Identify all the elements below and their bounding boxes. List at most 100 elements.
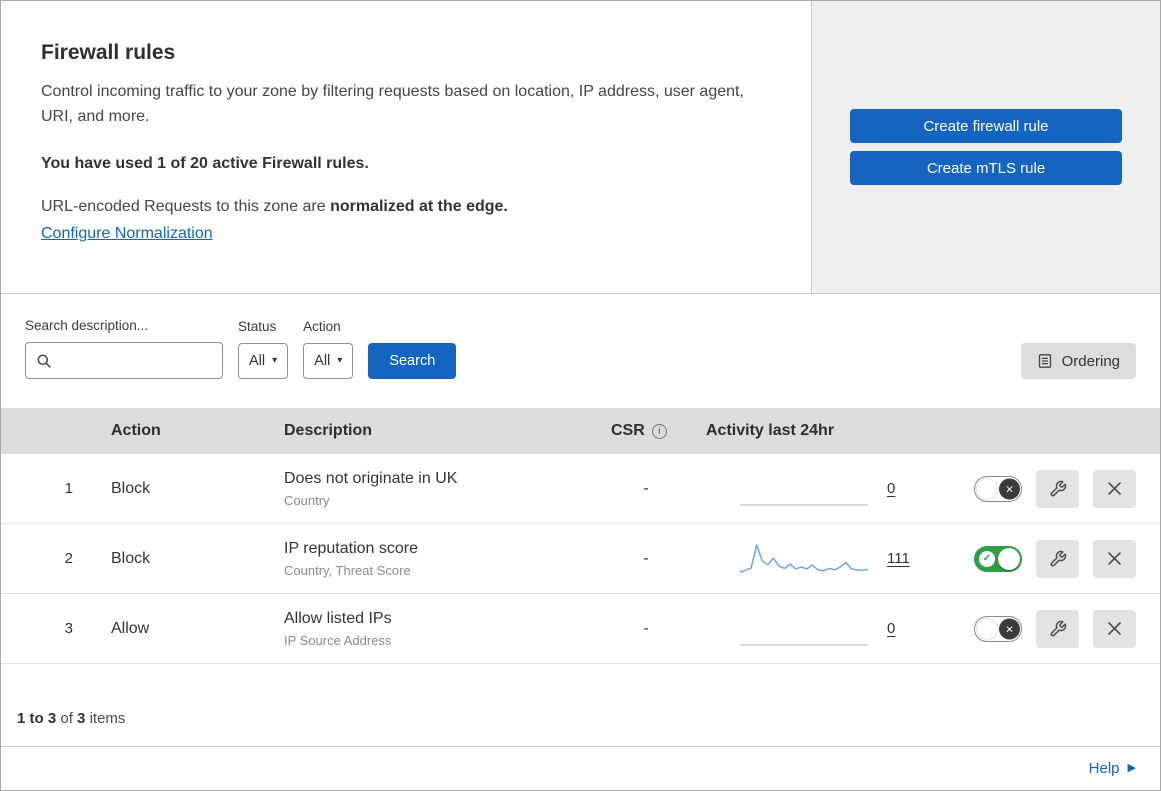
rule-priority: 2 [64,550,73,567]
item-total: 3 [77,710,86,727]
toggle-x-icon: × [999,478,1020,499]
rule-criteria: IP Source Address [284,632,392,648]
rule-enable-toggle[interactable]: × [974,475,1022,502]
items-text: items [89,710,126,727]
rule-action: Allow [111,619,150,637]
pagination-summary: 1 to 3 of 3 items [1,664,1160,727]
chevron-down-icon: ▾ [272,355,278,366]
firewall-rules-page: Firewall rules Control incoming traffic … [0,0,1161,791]
rule-csr: - [643,479,649,497]
toggle-check-icon: ✓ [979,550,995,567]
column-activity: Activity last 24hr [706,422,835,439]
activity-sparkline [740,643,868,646]
ordering-button[interactable]: Ordering [1020,343,1136,379]
close-icon [1108,552,1121,565]
toggle-x-icon: × [999,618,1020,639]
edit-rule-button[interactable] [1036,609,1079,648]
table-row: 1 Block Does not originate in UK Country… [1,454,1160,524]
create-mtls-rule-button[interactable]: Create mTLS rule [850,151,1122,185]
page-description: Control incoming traffic to your zone by… [41,83,744,125]
column-csr: CSR i [601,422,691,440]
rule-priority: 1 [64,480,73,497]
activity-count-link[interactable]: 0 [887,620,895,637]
action-filter-group: Action All ▾ [303,319,354,379]
wrench-icon [1050,550,1066,566]
rule-description: IP reputation score [284,539,419,557]
activity-sparkline [739,543,869,573]
item-range: 1 to 3 [17,710,57,727]
search-input[interactable] [60,352,212,369]
edit-rule-button[interactable] [1036,539,1079,578]
filter-bar: Search description... Status All ▾ Actio… [1,294,1160,408]
normalization-text: URL-encoded Requests to this zone are [41,197,331,215]
rule-activity-cell: 0 [691,611,961,647]
rule-description: Does not originate in UK [284,469,458,487]
column-csr-label: CSR [611,422,645,439]
rule-description-cell: Allow listed IPs IP Source Address [284,610,601,648]
close-icon [1108,622,1121,635]
rule-csr: - [643,619,649,637]
rule-action: Block [111,479,151,497]
rule-criteria: Country, Threat Score [284,562,411,578]
firewall-overview-card: Firewall rules Control incoming traffic … [1,1,812,293]
activity-count-link[interactable]: 0 [887,480,895,497]
normalization-bold-text: normalized at the edge. [330,197,508,215]
delete-rule-button[interactable] [1093,469,1136,508]
search-button[interactable]: Search [368,343,457,379]
activity-count-link[interactable]: 111 [887,550,910,567]
search-label: Search description... [25,318,149,333]
page-title: Firewall rules [41,41,176,64]
help-bar: Help ▶ [1,746,1160,790]
toggle-knob [998,547,1020,570]
search-group: Search description... [25,318,223,379]
activity-sparkline [740,503,868,506]
info-icon[interactable]: i [651,423,667,439]
create-firewall-rule-button[interactable]: Create firewall rule [850,109,1122,143]
rule-controls: × [961,469,1160,508]
table-row: 2 Block IP reputation score Country, Thr… [1,524,1160,594]
table-header: Action Description CSR i Activity last 2… [1,408,1160,454]
delete-rule-button[interactable] [1093,609,1136,648]
search-box [25,342,223,379]
rule-activity-cell: 111 [691,541,961,577]
rule-priority: 3 [64,620,73,637]
toggle-knob [977,478,997,499]
wrench-icon [1050,620,1066,636]
edit-rule-button[interactable] [1036,469,1079,508]
rule-action: Block [111,549,151,567]
of-text: of [60,710,73,727]
status-filter-label: Status [238,319,277,334]
action-filter-dropdown[interactable]: All ▾ [303,343,354,379]
help-link-label: Help [1088,760,1120,777]
ordering-list-icon [1038,354,1051,368]
action-filter-label: Action [303,319,341,334]
chevron-down-icon: ▾ [337,355,343,366]
rule-csr: - [643,549,649,567]
rule-description-cell: Does not originate in UK Country [284,470,601,508]
rule-controls: × [961,609,1160,648]
status-filter-value: All [249,353,266,369]
toggle-knob [977,618,997,639]
help-link[interactable]: Help ▶ [1089,760,1136,777]
table-row: 3 Allow Allow listed IPs IP Source Addre… [1,594,1160,664]
normalization-note: URL-encoded Requests to this zone are no… [41,198,771,216]
configure-normalization-link[interactable]: Configure Normalization [41,225,213,243]
rule-enable-toggle[interactable]: ✓ [974,545,1022,572]
close-icon [1108,482,1121,495]
column-action: Action [111,422,161,439]
rule-description: Allow listed IPs [284,609,392,627]
delete-rule-button[interactable] [1093,539,1136,578]
overview-section: Firewall rules Control incoming traffic … [1,1,1160,294]
rule-controls: ✓ [961,539,1160,578]
column-description: Description [284,422,373,439]
usage-summary: You have used 1 of 20 active Firewall ru… [41,154,369,172]
status-filter-dropdown[interactable]: All ▾ [238,343,289,379]
rule-enable-toggle[interactable]: × [974,615,1022,642]
action-filter-value: All [314,353,331,369]
chevron-right-icon: ▶ [1127,762,1136,774]
actions-panel: Create firewall rule Create mTLS rule [812,1,1160,293]
search-icon [37,354,51,368]
rule-criteria: Country [284,492,330,508]
ordering-button-label: Ordering [1061,352,1120,370]
rule-description-cell: IP reputation score Country, Threat Scor… [284,540,601,578]
